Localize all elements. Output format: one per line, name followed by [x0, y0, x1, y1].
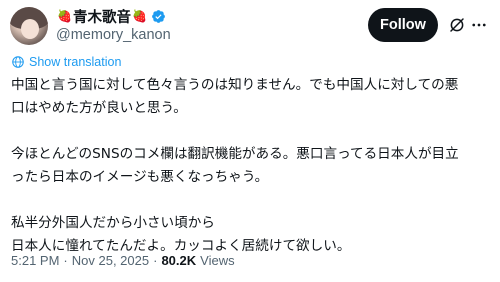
tweet-line: 口はやめた方が良いと思う。: [11, 100, 187, 116]
display-name-row[interactable]: 🍓 青木歌音 🍓: [56, 6, 171, 27]
follow-button[interactable]: Follow: [368, 8, 438, 42]
avatar[interactable]: [10, 7, 48, 45]
views-label: Views: [200, 253, 235, 268]
display-name[interactable]: 青木歌音: [73, 6, 131, 27]
separator-dot: ·: [63, 253, 68, 268]
tweet-line: ったら日本のイメージも悪くなっちゃう。: [11, 169, 269, 185]
tweet-line: 今ほとんどのSNSのコメ欄は翻訳機能がある。悪口言ってる日本人が目立: [11, 146, 459, 162]
verified-badge-icon[interactable]: [151, 9, 166, 24]
avatar-face: [21, 19, 39, 39]
show-translation-link[interactable]: Show translation: [11, 55, 121, 69]
strawberry-icon: 🍓: [57, 9, 72, 23]
author-handle[interactable]: @memory_kanon: [56, 27, 171, 43]
views-count[interactable]: 80.2K: [161, 253, 196, 268]
more-options-icon[interactable]: [470, 16, 488, 34]
show-translation-label[interactable]: Show translation: [29, 55, 121, 69]
tweet-meta: 5:21 PM · Nov 25, 2025 · 80.2K Views: [11, 253, 235, 268]
author-names: 🍓 青木歌音 🍓 @memory_kanon: [56, 7, 171, 43]
translate-icon: [12, 56, 24, 68]
separator-dot: ·: [153, 253, 158, 268]
tweet-time[interactable]: 5:21 PM: [11, 253, 59, 268]
strawberry-icon: 🍓: [131, 9, 147, 23]
tweet-header: 🍓 青木歌音 🍓 @memory_kanon Follow: [8, 5, 486, 45]
tweet-text: 中国と言う国に対して色々言うのは知りません。でも中国人に対しての悪 口はやめた方…: [11, 74, 491, 258]
grok-icon[interactable]: [448, 16, 466, 34]
tweet-line: 私半分外国人だから小さい頃から: [11, 215, 215, 231]
tweet-date[interactable]: Nov 25, 2025: [72, 253, 149, 268]
tweet-line: 中国と言う国に対して色々言うのは知りません。でも中国人に対しての悪: [11, 77, 459, 93]
